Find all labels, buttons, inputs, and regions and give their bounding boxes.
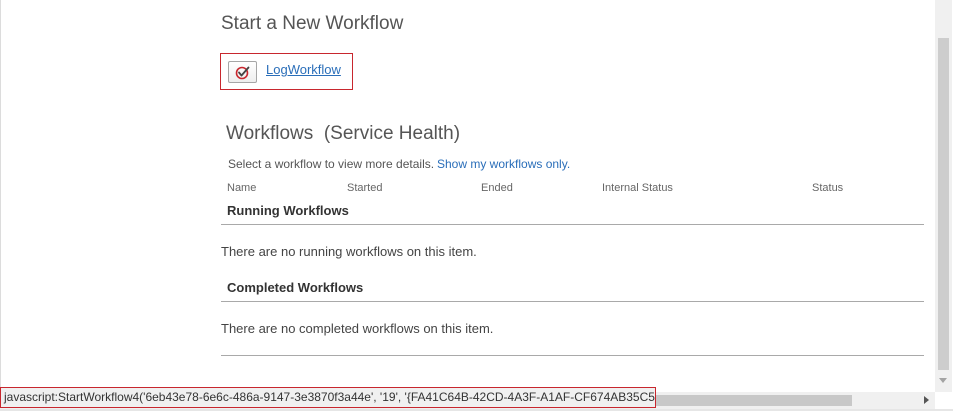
column-header-ended[interactable]: Ended	[481, 182, 513, 194]
start-workflow-title: Start a New Workflow	[221, 13, 404, 34]
vertical-scroll-thumb[interactable]	[938, 38, 949, 370]
completed-divider	[221, 301, 924, 302]
column-header-status[interactable]: Status	[812, 182, 843, 194]
column-header-internal-status[interactable]: Internal Status	[602, 182, 673, 194]
scroll-right-arrow-icon[interactable]	[924, 396, 929, 404]
column-header-name[interactable]: Name	[227, 182, 256, 194]
running-empty-message: There are no running workflows on this i…	[221, 244, 477, 259]
column-header-started[interactable]: Started	[347, 182, 382, 194]
completed-empty-message: There are no completed workflows on this…	[221, 321, 494, 336]
completed-workflows-title: Completed Workflows	[227, 280, 364, 295]
running-workflows-title: Running Workflows	[227, 203, 349, 218]
show-my-workflows-link[interactable]: Show my workflows only.	[437, 157, 570, 171]
workflow-launch-highlight: LogWorkflow	[220, 53, 353, 90]
bottom-divider	[221, 355, 924, 356]
log-workflow-link[interactable]: LogWorkflow	[266, 62, 341, 77]
scroll-down-arrow-icon[interactable]	[939, 378, 947, 383]
workflows-heading: Workflows (Service Health)	[226, 123, 461, 144]
horizontal-scroll-thumb[interactable]	[644, 395, 852, 406]
workflows-instruction: Select a workflow to view more details.	[228, 157, 435, 171]
running-divider	[221, 224, 924, 225]
workflow-checkmark-icon[interactable]	[228, 61, 257, 83]
left-border	[0, 0, 1, 411]
vertical-scrollbar[interactable]	[935, 0, 952, 392]
status-bar-url: javascript:StartWorkflow4('6eb43e78-6e6c…	[0, 387, 656, 408]
